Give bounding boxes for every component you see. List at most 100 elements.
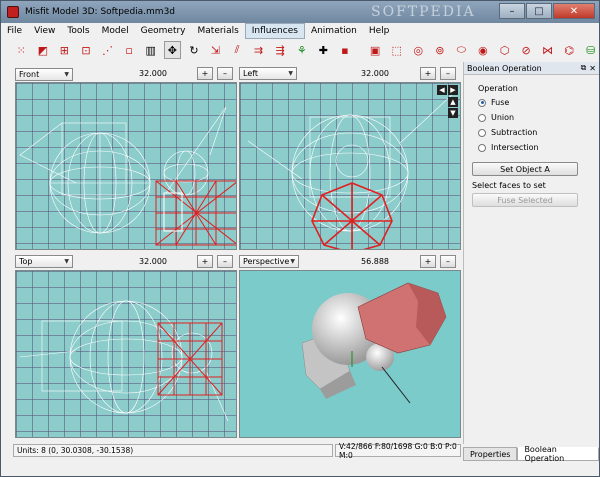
tab-properties[interactable]: Properties <box>463 447 518 461</box>
select-points-icon[interactable]: ▫ <box>121 41 138 59</box>
zoom-out-icon[interactable]: – <box>217 67 233 80</box>
shear-icon[interactable]: ⫽ <box>229 41 246 59</box>
scale-icon[interactable]: ⇲ <box>207 41 224 59</box>
menu-help[interactable]: Help <box>363 23 396 39</box>
menu-animation[interactable]: Animation <box>305 23 363 39</box>
polygon-icon[interactable]: ⬡ <box>496 41 513 59</box>
zoom-in-icon[interactable]: + <box>420 67 436 80</box>
viewport-left[interactable]: ◀ ▶ ▲ ▼ <box>239 82 461 250</box>
rect-icon[interactable]: ▣ <box>367 41 384 59</box>
window-controls: – □ ✕ <box>499 3 595 19</box>
select-projections-icon[interactable]: ▥ <box>142 41 159 59</box>
menu-influences[interactable]: Influences <box>244 23 305 39</box>
viewport-perspective[interactable] <box>239 270 461 438</box>
view-nav-arrows: ◀ ▶ <box>437 85 458 95</box>
fuse-selected-button[interactable]: Fuse Selected <box>472 193 578 207</box>
ellipse-icon[interactable]: ◎ <box>410 41 427 59</box>
torus-icon[interactable]: ⊚ <box>432 41 449 59</box>
menu-model[interactable]: Model <box>96 23 135 39</box>
projection-icon[interactable]: ⊘ <box>518 41 535 59</box>
radio-subtraction[interactable]: Subtraction <box>478 128 537 137</box>
toolbar: ⁙ ◩ ⊞ ⊡ ⋰ ▫ ▥ ✥ ↻ ⇲ ⫽ ⇉ ⇶ ⚘ ✚ ▪ ▣ ⬚ ◎ ⊚ … <box>1 39 599 61</box>
maximize-button[interactable]: □ <box>526 3 552 19</box>
view-select-perspective[interactable]: Perspective ▼ <box>239 255 299 268</box>
menu-materials[interactable]: Materials <box>192 23 245 39</box>
menu-view[interactable]: View <box>28 23 61 39</box>
point-icon[interactable]: ✚ <box>315 41 332 59</box>
select-faces-icon[interactable]: ◩ <box>35 41 52 59</box>
menu-bar: File View Tools Model Geometry Materials… <box>1 23 599 39</box>
view-select-left[interactable]: Left ▼ <box>239 67 297 80</box>
close-button[interactable]: ✕ <box>553 3 595 19</box>
select-connected-icon[interactable]: ⊞ <box>56 41 73 59</box>
zoom-value-top[interactable]: 32.000 <box>139 257 167 266</box>
float-panel-icon[interactable]: ⧉ <box>581 63 587 73</box>
zoom-value-front[interactable]: 32.000 <box>139 69 167 78</box>
watermark: SOFTPEDIA <box>371 4 476 20</box>
zoom-in-icon[interactable]: + <box>420 255 436 268</box>
extrude-icon[interactable]: ⇉ <box>250 41 267 59</box>
zoom-value-perspective[interactable]: 56.888 <box>361 257 389 266</box>
panel-tabs: Properties Boolean Operation <box>463 445 599 463</box>
view-select-top[interactable]: Top ▼ <box>15 255 73 268</box>
front-wireframe <box>19 106 236 246</box>
app-window: Misfit Model 3D: Softpedia.mm3d SOFTPEDI… <box>0 0 600 477</box>
view-select-front[interactable]: Front ▼ <box>15 67 73 81</box>
panel-title-bar: Boolean Operation ⧉ ✕ <box>464 62 599 75</box>
zoom-in-icon[interactable]: + <box>197 67 213 80</box>
face-icon[interactable]: ⋈ <box>539 41 556 59</box>
radio-union-label: Union <box>491 113 515 122</box>
zoom-in-icon[interactable]: + <box>197 255 213 268</box>
set-object-button[interactable]: Set Object A <box>472 162 578 176</box>
viewport-top[interactable] <box>15 270 237 438</box>
menu-file[interactable]: File <box>1 23 28 39</box>
perspective-render <box>301 282 447 404</box>
radio-fuse[interactable]: Fuse <box>478 98 509 107</box>
boolean-operation-panel: Boolean Operation ⧉ ✕ Operation Fuse Uni… <box>463 62 599 444</box>
radio-subtraction-indicator[interactable] <box>478 128 486 137</box>
app-logo-icon <box>7 6 19 18</box>
status-bar: Units: 8 (0, 30.0308, -30.1538) V:42/866… <box>13 442 461 460</box>
status-counts: V:42/866 F:80/1698 G:0 B:0 P:0 M:0 <box>335 442 461 460</box>
radio-subtraction-label: Subtraction <box>491 128 538 137</box>
bone-joint-icon[interactable]: ⚘ <box>293 41 310 59</box>
radio-fuse-label: Fuse <box>491 98 510 107</box>
zoom-value-left[interactable]: 32.000 <box>361 69 389 78</box>
zoom-out-icon[interactable]: – <box>217 255 233 268</box>
cylinder-icon[interactable]: ⬭ <box>453 41 470 59</box>
vertex-icon[interactable]: ▪ <box>337 41 354 59</box>
radio-intersection-label: Intersection <box>491 143 539 152</box>
zoom-out-icon[interactable]: – <box>440 67 456 80</box>
zoom-out-icon[interactable]: – <box>440 255 456 268</box>
left-wireframe <box>247 92 455 249</box>
menu-geometry[interactable]: Geometry <box>135 23 192 39</box>
radio-union[interactable]: Union <box>478 113 514 122</box>
attract-near-icon[interactable]: ⇶ <box>272 41 289 59</box>
menu-tools[interactable]: Tools <box>61 23 95 39</box>
viewport-front[interactable] <box>15 82 237 250</box>
radio-intersection-indicator[interactable] <box>478 143 486 152</box>
rotate-icon[interactable]: ↻ <box>186 41 203 59</box>
nav-right-icon[interactable]: ▶ <box>448 85 458 95</box>
close-panel-icon[interactable]: ✕ <box>589 64 596 73</box>
select-bones-icon[interactable]: ⋰ <box>99 41 116 59</box>
window-title: Misfit Model 3D: Softpedia.mm3d <box>25 7 176 17</box>
sphere-icon[interactable]: ◉ <box>475 41 492 59</box>
tab-boolean-operation[interactable]: Boolean Operation <box>517 445 599 463</box>
cube-icon[interactable]: ⬚ <box>388 41 405 59</box>
radio-intersection[interactable]: Intersection <box>478 143 539 152</box>
nav-down-icon[interactable]: ▼ <box>448 108 458 118</box>
view-nav-vertical: ▲ ▼ <box>448 97 458 118</box>
minimize-button[interactable]: – <box>499 3 525 19</box>
select-faces-hint: Select faces to set <box>472 181 546 190</box>
nav-left-icon[interactable]: ◀ <box>437 85 447 95</box>
torus-red-icon[interactable]: ⌬ <box>561 41 578 59</box>
radio-fuse-indicator[interactable] <box>478 98 486 107</box>
radio-union-indicator[interactable] <box>478 113 486 122</box>
select-vertices-icon[interactable]: ⁙ <box>13 41 30 59</box>
cylinder-colored-icon[interactable]: ⛁ <box>582 41 599 59</box>
move-icon[interactable]: ✥ <box>163 41 181 59</box>
select-groups-icon[interactable]: ⊡ <box>78 41 95 59</box>
title-bar: Misfit Model 3D: Softpedia.mm3d SOFTPEDI… <box>1 1 599 23</box>
nav-up-icon[interactable]: ▲ <box>448 97 458 107</box>
